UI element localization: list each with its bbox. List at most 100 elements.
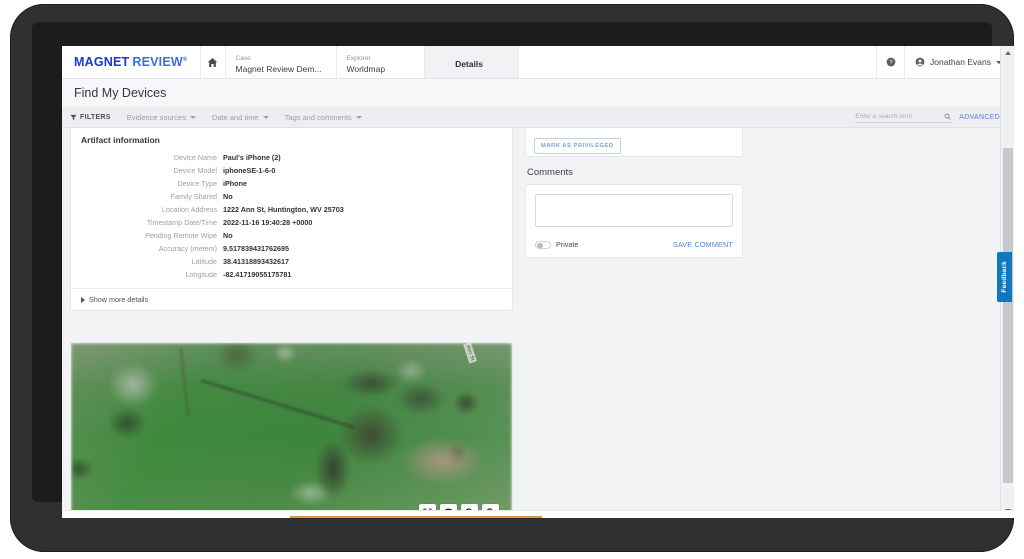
map-satellite-imagery[interactable] bbox=[71, 343, 512, 518]
filter-tags-and-comments-label: Tags and comments bbox=[285, 113, 352, 122]
table-row: Family Shared No bbox=[71, 190, 512, 203]
field-label: Latitude bbox=[71, 255, 223, 268]
nav-tab-case[interactable]: Case Magnet Review Dem... bbox=[226, 46, 337, 78]
field-value: 38.41318893432617 bbox=[223, 255, 512, 268]
table-row: Device Model iphoneSE-1-6-0 bbox=[71, 164, 512, 177]
field-label: Location Address bbox=[71, 203, 223, 216]
artifact-section-title: Artifact information bbox=[71, 135, 512, 151]
app-header: MAGNETREVIEW® Case Magnet Review Dem... … bbox=[62, 46, 1014, 79]
chevron-down-icon bbox=[263, 116, 269, 119]
logo-review-text: REVIEW bbox=[132, 55, 183, 69]
home-button[interactable] bbox=[200, 46, 226, 78]
svg-text:?: ? bbox=[889, 60, 892, 66]
nav-tab-explorer-title: Worldmap bbox=[347, 63, 410, 75]
table-row: Timestamp Date/Time 2022-11-16 19:40:28 … bbox=[71, 216, 512, 229]
table-row: Latitude 38.41318893432617 bbox=[71, 255, 512, 268]
help-circle-icon: ? bbox=[886, 57, 896, 67]
table-row: Device Type iPhone bbox=[71, 177, 512, 190]
field-value: -82.41719055175781 bbox=[223, 268, 512, 281]
nav-tab-details-title: Details bbox=[455, 58, 483, 70]
field-label: Pending Remote Wipe bbox=[71, 229, 223, 242]
right-column: MARK AS PRIVILEGED Comments Private SAVE… bbox=[525, 128, 743, 258]
help-button[interactable]: ? bbox=[877, 46, 905, 78]
comment-actions: Private SAVE COMMENT bbox=[535, 232, 733, 249]
table-row: Pending Remote Wipe No bbox=[71, 229, 512, 242]
comments-heading: Comments bbox=[525, 157, 743, 184]
advanced-search-link[interactable]: ADVANCED bbox=[959, 114, 1000, 121]
table-row: Location Address 1222 Ann St, Huntington… bbox=[71, 203, 512, 216]
private-toggle-label: Private bbox=[556, 240, 578, 249]
logo-magnet-text: MAGNET bbox=[74, 55, 129, 69]
artifact-information-card: Artifact information Device Name Paul's … bbox=[70, 128, 513, 311]
application-window: MAGNETREVIEW® Case Magnet Review Dem... … bbox=[62, 46, 1014, 518]
filter-date-and-time-label: Date and time bbox=[212, 113, 259, 122]
user-name-label: Jonathan Evans bbox=[930, 57, 991, 67]
nav-tab-case-title: Magnet Review Dem... bbox=[236, 63, 322, 75]
user-menu[interactable]: Jonathan Evans bbox=[905, 57, 1014, 67]
table-row: Longitude -82.41719055175781 bbox=[71, 268, 512, 281]
chevron-down-icon bbox=[356, 116, 362, 119]
comment-input[interactable] bbox=[535, 194, 733, 227]
chevron-down-icon bbox=[190, 116, 196, 119]
taskbar-accent-secondary bbox=[468, 516, 486, 518]
location-map-card[interactable]: Ann St bbox=[70, 342, 513, 518]
feedback-tab[interactable]: Feedback bbox=[997, 252, 1012, 302]
show-more-details-toggle[interactable]: Show more details bbox=[71, 289, 512, 310]
chevron-right-icon bbox=[81, 297, 85, 303]
field-value: iphoneSE-1-6-0 bbox=[223, 164, 512, 177]
nav-tab-case-kicker: Case bbox=[236, 54, 322, 63]
filter-evidence-sources[interactable]: Evidence sources bbox=[127, 113, 196, 122]
field-label: Longitude bbox=[71, 268, 223, 281]
nav-tab-details[interactable]: Details bbox=[425, 46, 519, 78]
search-box[interactable] bbox=[855, 111, 951, 123]
filter-bar-right: ADVANCED bbox=[855, 111, 1014, 123]
table-row: Device Name Paul's iPhone (2) bbox=[71, 151, 512, 164]
user-avatar-icon bbox=[915, 57, 925, 67]
field-value: 2022-11-16 19:40:28 +0000 bbox=[223, 216, 512, 229]
field-value: Paul's iPhone (2) bbox=[223, 151, 512, 164]
main-content: Artifact information Device Name Paul's … bbox=[62, 128, 1000, 518]
field-label: Accuracy (meters) bbox=[71, 242, 223, 255]
field-label: Family Shared bbox=[71, 190, 223, 203]
field-label: Device Name bbox=[71, 151, 223, 164]
filter-bar: FILTERS Evidence sources Date and time T… bbox=[62, 107, 1014, 128]
filter-tags-and-comments[interactable]: Tags and comments bbox=[285, 113, 362, 122]
artifact-details-table: Device Name Paul's iPhone (2) Device Mod… bbox=[71, 151, 512, 281]
field-label: Device Model bbox=[71, 164, 223, 177]
mark-as-privileged-button[interactable]: MARK AS PRIVILEGED bbox=[534, 138, 621, 154]
nav-tab-explorer-kicker: Explorer bbox=[347, 54, 410, 63]
comments-card: Private SAVE COMMENT bbox=[525, 184, 743, 258]
funnel-icon bbox=[70, 114, 77, 121]
field-value: No bbox=[223, 190, 512, 203]
nav-tab-explorer[interactable]: Explorer Worldmap bbox=[337, 46, 425, 78]
field-label: Timestamp Date/Time bbox=[71, 216, 223, 229]
scroll-up-button[interactable] bbox=[1001, 46, 1014, 60]
feedback-tab-label: Feedback bbox=[1001, 261, 1008, 293]
field-value: No bbox=[223, 229, 512, 242]
logo-trademark: ® bbox=[183, 57, 188, 63]
show-more-details-label: Show more details bbox=[89, 295, 148, 304]
search-input[interactable] bbox=[855, 113, 937, 120]
header-spacer bbox=[519, 46, 878, 78]
taskbar-accent bbox=[290, 516, 542, 518]
field-label: Device Type bbox=[71, 177, 223, 190]
filter-date-and-time[interactable]: Date and time bbox=[212, 113, 269, 122]
page-title: Find My Devices bbox=[74, 86, 166, 100]
field-value: 1222 Ann St, Huntington, WV 25703 bbox=[223, 203, 512, 216]
filters-label-text: FILTERS bbox=[80, 114, 111, 121]
screen-bevel: MAGNETREVIEW® Case Magnet Review Dem... … bbox=[32, 22, 992, 502]
chevron-up-icon bbox=[1005, 51, 1011, 55]
field-value: 9.517839431762695 bbox=[223, 242, 512, 255]
scrollbar-thumb[interactable] bbox=[1003, 148, 1013, 483]
app-logo[interactable]: MAGNETREVIEW® bbox=[62, 46, 200, 78]
filters-toggle[interactable]: FILTERS bbox=[70, 114, 111, 121]
filter-evidence-sources-label: Evidence sources bbox=[127, 113, 186, 122]
private-toggle[interactable]: Private bbox=[535, 240, 578, 249]
search-icon[interactable] bbox=[944, 113, 951, 120]
field-value: iPhone bbox=[223, 177, 512, 190]
save-comment-button[interactable]: SAVE COMMENT bbox=[673, 240, 733, 249]
table-row: Accuracy (meters) 9.517839431762695 bbox=[71, 242, 512, 255]
device-bezel: MAGNETREVIEW® Case Magnet Review Dem... … bbox=[10, 4, 1014, 552]
page-title-bar: Find My Devices bbox=[62, 79, 1014, 107]
privilege-card: MARK AS PRIVILEGED bbox=[525, 128, 743, 157]
